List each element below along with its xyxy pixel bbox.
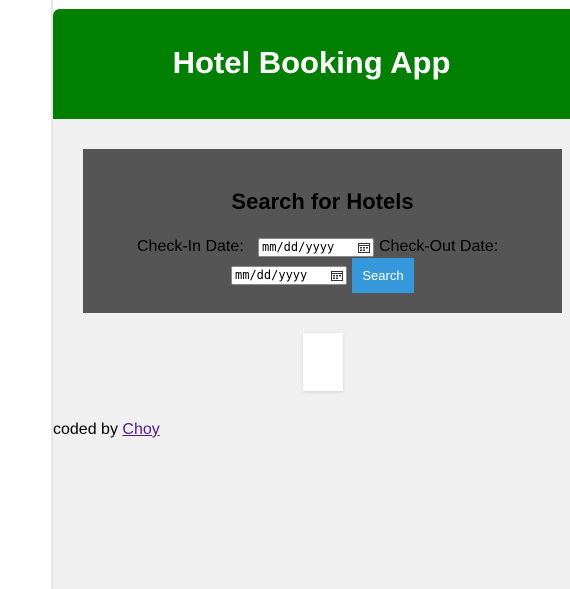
checkin-date-input[interactable]: mm/dd/yyyy (258, 238, 374, 257)
search-button[interactable]: Search (352, 258, 414, 293)
checkout-date-input[interactable]: mm/dd/yyyy (231, 266, 347, 285)
footer-prefix: coded by (53, 421, 118, 438)
checkin-label: Check-In Date: (137, 238, 244, 255)
app-header: Hotel Booking App (53, 9, 570, 119)
search-heading: Search for Hotels (231, 189, 414, 214)
results-container (303, 333, 343, 391)
checkout-date-placeholder: mm/dd/yyyy (235, 268, 308, 282)
app-container: Hotel Booking App Search for Hotels Chec… (53, 9, 570, 589)
calendar-icon[interactable] (358, 242, 370, 253)
page-margin (0, 0, 51, 589)
checkin-date-placeholder: mm/dd/yyyy (262, 240, 335, 254)
app-title: Hotel Booking App (172, 45, 451, 80)
search-panel: Search for Hotels Check-In Date: mm/dd/y… (83, 149, 562, 313)
footer-credit: coded by Choy (53, 421, 160, 439)
calendar-icon[interactable] (331, 270, 343, 281)
checkout-label: Check-Out Date: (379, 238, 499, 255)
author-link[interactable]: Choy (122, 421, 159, 438)
